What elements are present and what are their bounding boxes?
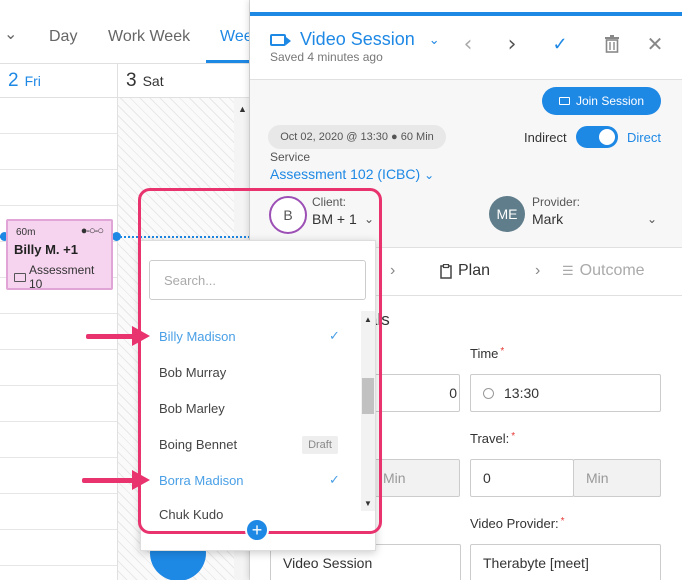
service-value: Assessment 102 (ICBC) — [270, 166, 421, 182]
join-session-label: Join Session — [575, 94, 645, 108]
event-title: Billy M. +1 — [14, 242, 78, 257]
event-type-label: Assessment 10 — [29, 263, 95, 291]
video-camera-icon — [14, 272, 26, 282]
tab-week[interactable]: Wee — [220, 28, 249, 46]
travel-value: 0 — [483, 470, 491, 486]
add-client-button[interactable]: + — [245, 518, 269, 542]
highlight-annotation — [138, 188, 382, 534]
tab-plan-label: Plan — [458, 262, 491, 279]
trash-icon — [605, 35, 619, 53]
active-tab-underline — [206, 60, 249, 63]
panel-header: Video Session ⌄ Saved 4 minutes ago ‹ › … — [250, 16, 682, 80]
travel-label: Travel: * — [470, 431, 516, 446]
tab-day[interactable]: Day — [49, 28, 77, 46]
time-line-handle-dot[interactable] — [112, 232, 121, 241]
video-provider-label: Video Provider: * — [470, 516, 565, 531]
day-number: 3 — [126, 70, 137, 91]
duration-unit-value: Min — [383, 470, 406, 486]
day-name: Sat — [142, 73, 164, 89]
chevron-left-icon: ‹ — [463, 31, 473, 57]
video-camera-icon — [270, 33, 291, 46]
provider-avatar: ME — [489, 196, 525, 232]
day-header-sat[interactable]: 3 Sat — [117, 64, 233, 98]
day-number: 2 — [8, 70, 19, 91]
tab-plan[interactable]: Plan — [440, 262, 490, 280]
day-headers: 2 Fri 3 Sat — [0, 64, 249, 98]
indirect-label: Indirect — [524, 130, 567, 145]
tab-outcome[interactable]: ☰ Outcome — [562, 262, 645, 280]
toggle-knob — [599, 129, 615, 145]
delete-button[interactable] — [600, 32, 624, 56]
close-button[interactable]: ✕ — [643, 32, 667, 56]
service-selector[interactable]: Assessment 102 (ICBC) ⌄ — [270, 166, 434, 182]
travel-field[interactable]: 0 — [470, 459, 574, 497]
tab-work-week[interactable]: Work Week — [108, 28, 190, 46]
close-icon: ✕ — [646, 33, 664, 56]
chevron-down-icon: ⌄ — [428, 31, 440, 47]
chevron-down-icon: ⌄ — [424, 168, 435, 182]
video-camera-icon — [558, 97, 570, 105]
session-type-selector[interactable]: Video Session ⌄ — [270, 29, 440, 50]
provider-label: Provider: — [532, 195, 581, 209]
day-name: Fri — [24, 73, 41, 89]
direct-label: Direct — [627, 130, 661, 145]
checklist-icon: ☰ — [562, 263, 574, 278]
direct-toggle[interactable] — [576, 126, 618, 148]
attendance-dots-icon: ●-○-○ — [80, 225, 104, 237]
duration-unit[interactable]: Min — [370, 459, 460, 497]
travel-unit-value: Min — [586, 470, 609, 486]
clipboard-icon — [440, 263, 452, 279]
view-tabs: ⌄ Day Work Week Wee — [0, 0, 249, 64]
day-header-fri[interactable]: 2 Fri — [0, 64, 117, 98]
service-label: Service — [270, 150, 311, 164]
chevron-down-icon[interactable]: ⌄ — [4, 24, 17, 44]
time-value: 13:30 — [504, 385, 540, 401]
video-provider-field[interactable]: Therabyte [meet] — [470, 544, 661, 580]
date-field-value: 0 — [449, 385, 457, 401]
date-chip: Oct 02, 2020 @ 13:30 ● 60 Min — [268, 125, 446, 149]
clock-icon — [483, 387, 494, 399]
calendar-event[interactable]: 60m ●-○-○ Billy M. +1 Assessment 10 — [6, 219, 113, 291]
step-chevron-icon: › — [390, 262, 396, 279]
chevron-right-icon: › — [507, 31, 517, 57]
session-title: Video Session — [300, 29, 415, 49]
tab-outcome-label: Outcome — [579, 262, 645, 279]
date-field[interactable]: 0 — [370, 374, 460, 412]
saved-status: Saved 4 minutes ago — [270, 50, 383, 64]
previous-button[interactable]: ‹ — [456, 31, 480, 57]
check-icon: ✓ — [552, 33, 568, 54]
event-type: Assessment 10 — [14, 263, 111, 291]
save-button[interactable]: ✓ — [548, 32, 572, 56]
chevron-down-icon[interactable]: ⌄ — [647, 212, 657, 226]
join-session-button[interactable]: Join Session — [542, 87, 661, 115]
provider-value[interactable]: Mark — [532, 211, 563, 227]
scroll-up-arrow-icon[interactable]: ▲ — [238, 104, 247, 114]
time-field[interactable]: 13:30 — [470, 374, 661, 412]
annotation-arrow-icon — [86, 326, 150, 346]
next-button[interactable]: › — [500, 31, 524, 57]
video-provider-value: Therabyte [meet] — [483, 555, 589, 571]
time-label: Time * — [470, 346, 505, 361]
event-duration: 60m — [16, 227, 36, 238]
step-chevron-icon: › — [535, 262, 541, 279]
annotation-arrow-icon — [82, 470, 150, 490]
session-type-value: Video Session — [283, 555, 373, 571]
travel-unit[interactable]: Min — [573, 459, 661, 497]
